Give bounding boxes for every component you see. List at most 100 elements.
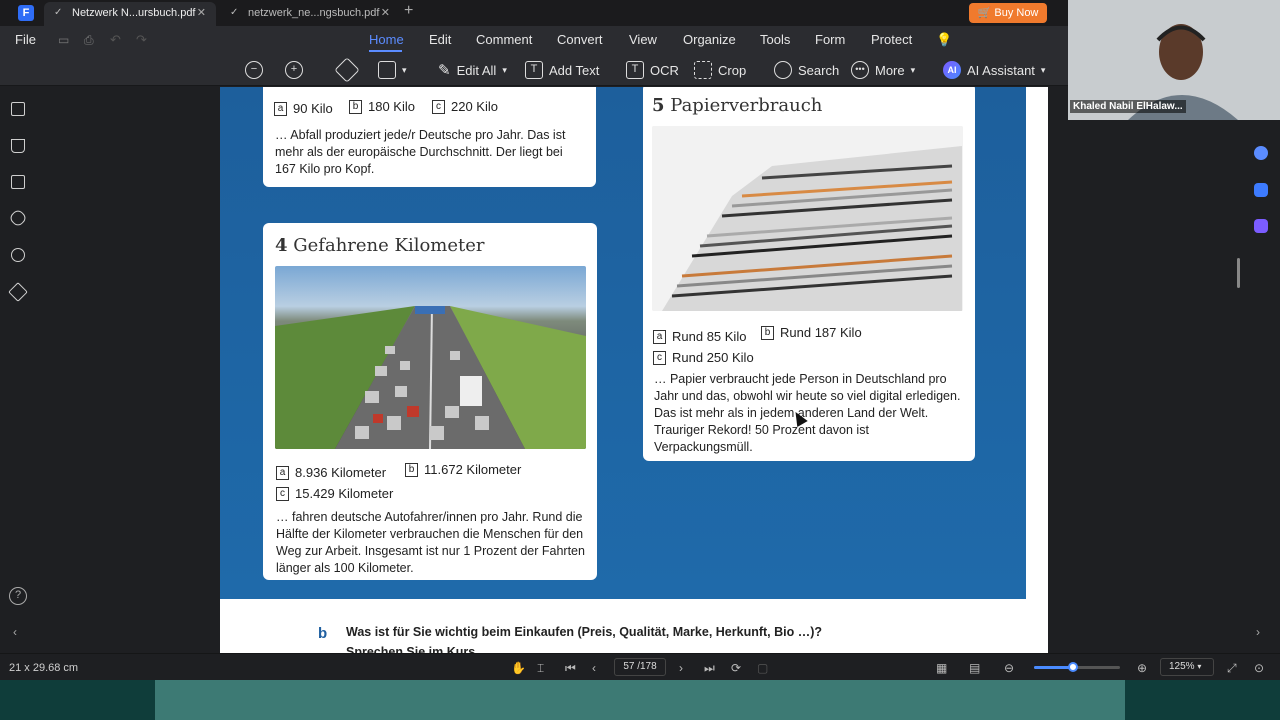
tab-document-2[interactable]: ✓ netzwerk_ne...ngsbuch.pdf ✕ bbox=[220, 2, 400, 26]
paper-stack-illustration bbox=[652, 126, 963, 311]
page-number-input[interactable]: 57 /178 bbox=[614, 658, 666, 676]
help-icon[interactable]: ? bbox=[9, 587, 27, 605]
zoom-select[interactable]: 125% ▾ bbox=[1160, 658, 1214, 676]
pdf-page: a 90 Kilo b 180 Kilo c 220 Kilo … Abfall pr… bbox=[220, 87, 1048, 653]
hand-tool-icon[interactable]: ✋ bbox=[511, 661, 526, 675]
menu-edit[interactable]: Edit bbox=[429, 32, 451, 47]
first-page-icon[interactable]: ⏮ bbox=[565, 661, 576, 676]
chat-bot-icon[interactable] bbox=[1254, 146, 1268, 160]
more-icon: ••• bbox=[851, 61, 869, 79]
more-button[interactable]: ••• More ▾ bbox=[851, 60, 915, 80]
zoom-slider-knob[interactable] bbox=[1067, 662, 1078, 672]
menu-home[interactable]: Home bbox=[369, 32, 404, 47]
lightbulb-icon[interactable]: 💡 bbox=[936, 32, 952, 48]
checkbox-b[interactable]: b bbox=[761, 325, 774, 340]
document-canvas[interactable]: a 90 Kilo b 180 Kilo c 220 Kilo … Abfall pr… bbox=[36, 87, 1240, 653]
tab-document-1[interactable]: ✓ Netzwerk N...ursbuch.pdf ✕ bbox=[44, 2, 216, 26]
tab-label: Netzwerk N...ursbuch.pdf bbox=[72, 7, 196, 19]
search-button[interactable]: Search bbox=[774, 60, 839, 80]
menu-file[interactable]: File bbox=[15, 32, 36, 47]
fullscreen-icon[interactable]: ⤢ bbox=[1227, 661, 1237, 676]
checkbox-c[interactable]: c bbox=[432, 99, 445, 114]
zoom-out-button[interactable]: − bbox=[245, 60, 263, 80]
translate-icon[interactable] bbox=[1254, 183, 1268, 197]
checkbox-c[interactable]: c bbox=[276, 486, 289, 501]
menu-bar: File ▭ ⎙ ↶ ↷ Home Edit Comment Convert V… bbox=[0, 26, 1068, 54]
check-icon[interactable] bbox=[1254, 219, 1268, 233]
buy-now-label: Buy Now bbox=[994, 7, 1039, 19]
ocr-button[interactable]: T OCR bbox=[626, 60, 679, 80]
card-number: 5 bbox=[652, 95, 665, 116]
comment-icon[interactable] bbox=[11, 175, 25, 189]
attachment-icon[interactable] bbox=[8, 208, 28, 228]
eraser-button[interactable] bbox=[334, 57, 360, 83]
close-tab-icon[interactable]: ✕ bbox=[197, 2, 206, 24]
collapse-sidebar-icon[interactable]: ‹ bbox=[13, 625, 17, 639]
more-label: More bbox=[875, 62, 905, 78]
card-title: 4 Gefahrene Kilometer bbox=[275, 235, 485, 256]
card-body-text: … fahren deutsche Autofahrer/innen pro J… bbox=[276, 510, 585, 575]
ai-assistant-button[interactable]: AI AI Assistant ▾ bbox=[943, 60, 1045, 80]
redo-icon[interactable]: ↷ bbox=[136, 32, 147, 48]
menu-convert[interactable]: Convert bbox=[557, 32, 603, 47]
menu-protect[interactable]: Protect bbox=[871, 32, 912, 47]
print-icon[interactable]: ⎙ bbox=[84, 33, 94, 48]
tab-label: netzwerk_ne...ngsbuch.pdf bbox=[248, 7, 380, 19]
card-body-text: … Abfall produziert jede/r Deutsche pro … bbox=[275, 128, 566, 176]
checkbox-a[interactable]: a bbox=[274, 101, 287, 116]
checkbox-b[interactable]: b bbox=[405, 462, 418, 477]
search-panel-icon[interactable] bbox=[11, 248, 25, 262]
paper-stack-photo bbox=[652, 126, 963, 311]
bookmark-icon[interactable] bbox=[11, 139, 25, 153]
new-tab-icon[interactable]: + bbox=[404, 2, 413, 20]
crop-icon bbox=[694, 61, 712, 79]
card-title: 5 Papierverbrauch bbox=[652, 95, 822, 116]
edit-all-button[interactable]: ✎ Edit All ▾ bbox=[438, 60, 507, 80]
view-mode-icon[interactable]: ▦ bbox=[936, 661, 947, 675]
zoom-out-icon[interactable]: ⊖ bbox=[1004, 661, 1014, 675]
select-tool-icon[interactable]: ⌶ bbox=[537, 661, 544, 676]
checkbox-a[interactable]: a bbox=[276, 465, 289, 480]
right-sidebar: › bbox=[1240, 120, 1280, 653]
option-text: 11.672 Kilometer bbox=[424, 462, 522, 477]
menu-organize[interactable]: Organize bbox=[683, 32, 736, 47]
layers-icon[interactable] bbox=[8, 282, 28, 302]
option-b: b 180 Kilo bbox=[349, 99, 415, 114]
search-icon bbox=[774, 61, 792, 79]
shape-button[interactable]: ▾ bbox=[378, 60, 407, 80]
add-text-label: Add Text bbox=[549, 62, 600, 78]
last-page-icon[interactable]: ⏭ bbox=[704, 661, 715, 676]
save-icon[interactable]: ▭ bbox=[58, 33, 69, 47]
menu-view[interactable]: View bbox=[629, 32, 657, 47]
page-layout-icon[interactable]: ▤ bbox=[969, 661, 980, 675]
undo-icon[interactable]: ↶ bbox=[110, 32, 121, 48]
fit-icon[interactable]: ▢ bbox=[757, 661, 768, 675]
settings-icon[interactable]: ⊙ bbox=[1254, 661, 1264, 675]
chevron-down-icon: ▾ bbox=[910, 64, 916, 75]
tab-pdf-icon: ✓ bbox=[230, 7, 239, 18]
ai-icon: AI bbox=[943, 61, 961, 79]
buy-now-button[interactable]: 🛒 Buy Now bbox=[969, 3, 1047, 23]
previous-page-icon[interactable]: ‹ bbox=[592, 661, 596, 675]
crop-button[interactable]: Crop bbox=[694, 60, 746, 80]
add-text-button[interactable]: T Add Text bbox=[525, 60, 599, 80]
desktop-panel bbox=[155, 680, 1125, 720]
text-icon: T bbox=[525, 61, 543, 79]
zoom-in-button[interactable]: + bbox=[285, 60, 303, 80]
next-page-icon[interactable]: › bbox=[679, 661, 683, 675]
menu-form[interactable]: Form bbox=[815, 32, 845, 47]
page-indicator: 57 /178 bbox=[623, 661, 657, 672]
menu-tools[interactable]: Tools bbox=[760, 32, 790, 47]
option-text: 180 Kilo bbox=[368, 99, 415, 114]
rotate-icon[interactable]: ⟳ bbox=[731, 661, 741, 675]
page-thumbnail-icon[interactable] bbox=[11, 102, 25, 116]
zoom-slider[interactable] bbox=[1034, 662, 1120, 672]
checkbox-b[interactable]: b bbox=[349, 99, 362, 114]
zoom-in-icon[interactable]: ⊕ bbox=[1137, 661, 1147, 675]
close-tab-icon[interactable]: ✕ bbox=[381, 2, 390, 24]
checkbox-a[interactable]: a bbox=[653, 329, 666, 344]
expand-panel-icon[interactable]: › bbox=[1256, 625, 1260, 639]
menu-comment[interactable]: Comment bbox=[476, 32, 532, 47]
active-menu-indicator bbox=[369, 50, 402, 52]
checkbox-c[interactable]: c bbox=[653, 350, 666, 365]
